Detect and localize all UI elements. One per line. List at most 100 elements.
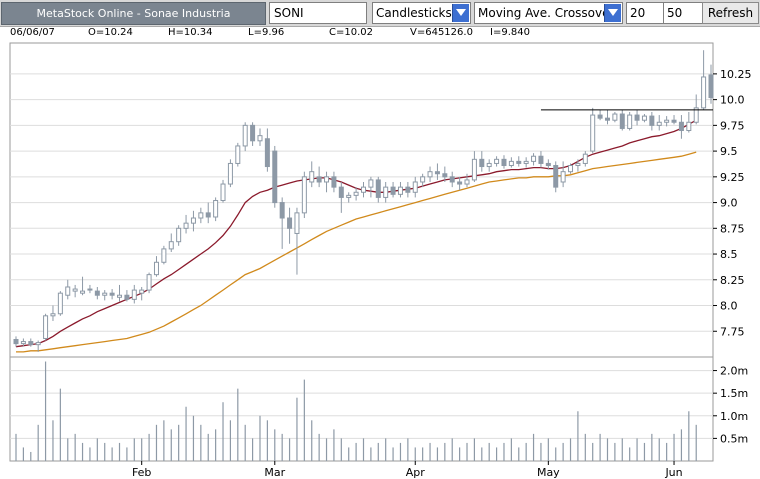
candle-body — [124, 294, 130, 300]
candle-body — [434, 171, 440, 175]
candle-body — [604, 117, 610, 121]
volume-tick-label: 1.0m — [720, 410, 748, 423]
candle-body — [627, 114, 633, 129]
candle-body — [338, 186, 344, 198]
candle-body — [471, 158, 477, 181]
price-tick-label: 8.25 — [720, 274, 745, 287]
candle-body — [612, 113, 618, 121]
candle-body — [501, 158, 507, 167]
candle-body — [701, 76, 707, 109]
candle-body — [553, 165, 559, 188]
candle-body — [375, 179, 381, 198]
volume-tick-label: 2.0m — [720, 365, 748, 378]
price-tick-label: 9.25 — [720, 171, 745, 184]
candle-body — [560, 171, 566, 183]
candle-body — [523, 160, 529, 164]
candle-body — [190, 217, 196, 224]
candle-body — [316, 176, 322, 183]
candle-body — [582, 153, 588, 164]
candle-body — [139, 289, 145, 294]
candle-body — [205, 212, 211, 218]
candle-body — [420, 176, 426, 183]
candle-body — [346, 194, 352, 198]
candle-body — [109, 292, 115, 296]
candle-body — [686, 121, 692, 132]
candle-body — [102, 292, 108, 296]
candle-body — [161, 248, 167, 263]
candle-body — [412, 181, 418, 193]
candle-body — [153, 261, 159, 276]
candle-body — [57, 292, 63, 315]
candle-body — [198, 212, 204, 219]
price-tick-label: 8.0 — [720, 300, 738, 313]
candle-body — [65, 286, 71, 296]
candle-body — [20, 341, 26, 345]
price-panel — [9, 42, 714, 358]
candle-body — [264, 138, 270, 168]
candle-body — [538, 155, 544, 164]
candle-body — [457, 181, 463, 185]
candle-body — [35, 342, 41, 346]
candle-body — [250, 124, 256, 142]
candle-body — [619, 113, 625, 129]
candle-body — [531, 155, 537, 162]
candle-body — [641, 115, 647, 121]
candle-body — [279, 202, 285, 219]
price-tick-label: 10.0 — [720, 94, 745, 107]
candle-body — [516, 160, 522, 164]
candle-body — [442, 173, 448, 178]
candle-body — [494, 158, 500, 164]
x-tick-label: Apr — [406, 466, 426, 479]
candle-body — [43, 315, 49, 339]
candle-body — [183, 222, 189, 229]
candle-body — [479, 158, 485, 168]
x-tick-label: Mar — [264, 466, 285, 479]
candle-body — [656, 121, 662, 126]
candle-body — [131, 289, 137, 300]
price-tick-label: 7.75 — [720, 325, 745, 338]
candle-body — [678, 121, 684, 132]
candle-body — [383, 186, 389, 198]
candle-body — [508, 160, 514, 167]
x-tick-label: Jun — [664, 466, 682, 479]
candle-body — [427, 171, 433, 178]
candle-body — [368, 179, 374, 188]
price-tick-label: 10.25 — [720, 68, 752, 81]
candle-body — [176, 227, 182, 243]
candle-body — [13, 338, 19, 345]
candle-body — [117, 294, 123, 298]
candle-body — [168, 241, 174, 250]
candle-body — [50, 313, 56, 317]
x-tick-label: May — [537, 466, 560, 479]
candle-body — [331, 176, 337, 188]
candle-body — [590, 114, 596, 152]
candle-body — [390, 186, 396, 195]
candle-body — [309, 171, 315, 183]
candle-body — [257, 135, 263, 142]
candle-body — [649, 115, 655, 126]
candle-body — [568, 165, 574, 173]
candle-body — [324, 176, 330, 183]
candle-body — [235, 145, 241, 164]
price-tick-label: 9.5 — [720, 145, 738, 158]
candle-body — [545, 162, 551, 167]
candle-body — [597, 114, 603, 119]
price-tick-label: 8.5 — [720, 248, 738, 261]
candle-body — [405, 186, 411, 193]
candle-body — [397, 186, 403, 195]
candle-body — [72, 288, 78, 292]
candle-body — [272, 150, 278, 204]
candle-body — [353, 191, 359, 196]
candle-body — [94, 290, 100, 296]
candle-body — [80, 290, 86, 294]
candle-body — [28, 341, 34, 346]
candle-body — [213, 200, 219, 218]
x-tick-label: Feb — [132, 466, 151, 479]
candle-body — [575, 162, 581, 167]
price-tick-label: 9.0 — [720, 197, 738, 210]
price-tick-label: 8.75 — [720, 222, 745, 235]
candle-body — [287, 217, 293, 229]
candle-body — [220, 183, 226, 202]
price-chart[interactable]: 7.75 8.0 8.25 8.5 8.75 9.0 9.25 9.5 9.75 10.0 10.2… — [0, 0, 760, 479]
candle-body — [294, 212, 300, 234]
